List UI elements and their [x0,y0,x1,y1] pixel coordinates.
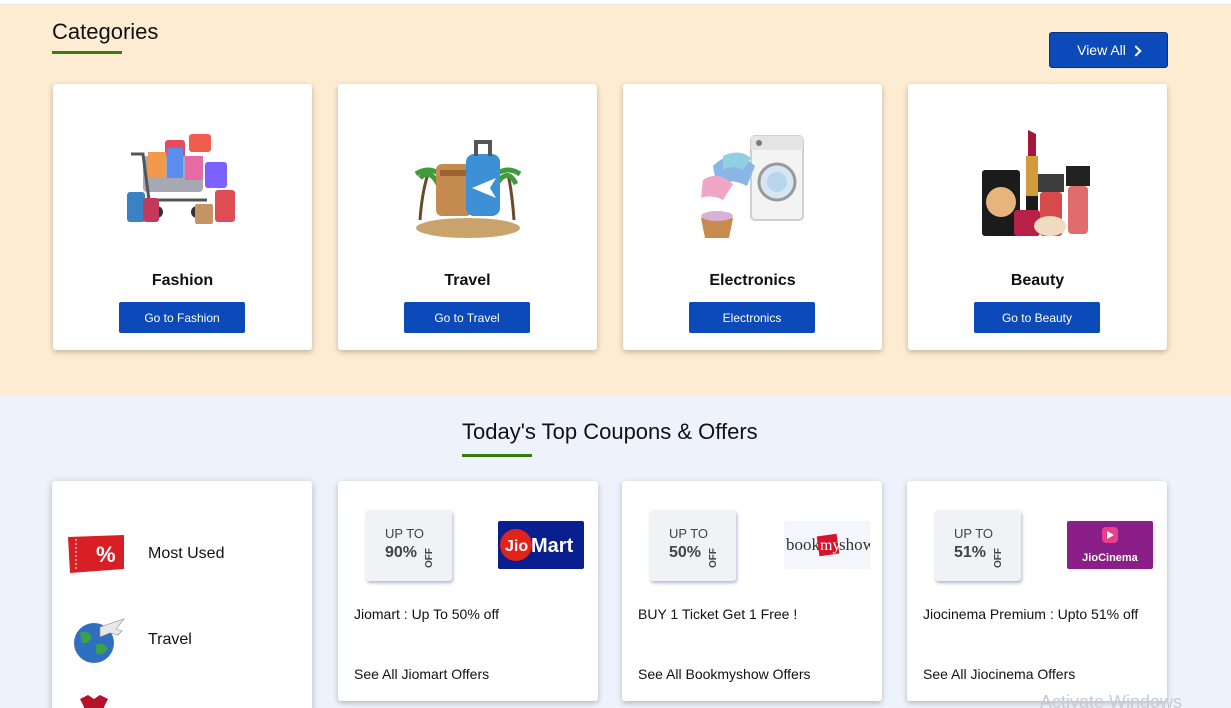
jiomart-logo[interactable]: Jio Mart [498,521,584,569]
offer-description: Jiomart : Up To 50% off [354,606,499,622]
discount-badge: UP TO 50% OFF [650,510,736,581]
discount-badge: UP TO 90% OFF [366,510,452,581]
category-card-travel: Travel Go to Travel [338,84,597,350]
cosmetics-icon [982,130,1090,236]
badge-percent: 50% [669,544,702,561]
windows-activation-watermark: Activate Windows [1040,692,1183,708]
globe-airplane-icon [74,618,125,663]
view-all-label: View All [1077,42,1126,58]
offers-title: Today's Top Coupons & Offers [462,419,758,444]
discount-badge: UP TO 51% OFF [935,510,1021,581]
categories-title: Categories [52,19,159,44]
chevron-right-icon [1130,44,1142,57]
bookmyshow-logo[interactable]: book my show [784,521,870,569]
badge-upto: UP TO [669,526,709,541]
badge-off: OFF [708,548,719,568]
offers-title-underline [462,454,532,457]
offers-sidebar: % Most Used Travel [52,481,312,708]
badge-percent: 51% [954,544,987,561]
category-name: Travel [444,272,491,289]
sidebar-item-most-used[interactable]: % Most Used [66,529,224,579]
sidebar-item-label: Travel [148,631,192,648]
see-all-offers-link[interactable]: See All Jiocinema Offers [923,666,1075,682]
offer-card-jiomart: UP TO 90% OFF Jio Mart Jiomart : Up To 5… [338,481,598,701]
jiocinema-logo[interactable]: JioCinema [1067,521,1153,569]
category-name: Electronics [709,272,796,289]
categories-section: Categories View All Fashion Go to Fashio… [0,5,1231,395]
shirt-icon [76,695,112,708]
category-card-beauty: Beauty Go to Beauty [908,84,1167,350]
go-to-fashion-button[interactable]: Go to Fashion [119,302,245,333]
see-all-offers-link[interactable]: See All Jiomart Offers [354,666,489,682]
washing-machine-icon [701,135,804,238]
see-all-offers-link[interactable]: See All Bookmyshow Offers [638,666,810,682]
badge-off: OFF [424,548,435,568]
categories-title-underline [52,51,122,54]
luggage-icon [414,140,522,238]
bookmyshow-logo-suffix: show [839,535,870,554]
jiocinema-logo-text: JioCinema [1082,552,1139,564]
bookmyshow-logo-prefix: book [786,535,821,554]
go-to-beauty-button[interactable]: Go to Beauty [974,302,1100,333]
category-name: Fashion [151,272,214,289]
badge-percent: 90% [385,544,418,561]
electronics-button[interactable]: Electronics [689,302,815,333]
category-name: Beauty [1010,272,1065,289]
offer-card-jiocinema: UP TO 51% OFF JioCinema Jiocinema Premiu… [907,481,1167,701]
svg-text:%: % [96,542,116,567]
shopping-cart-icon [127,134,235,224]
offer-description: Jiocinema Premium : Upto 51% off [923,606,1139,622]
category-card-fashion: Fashion Go to Fashion [53,84,312,350]
jiomart-logo-prefix: Jio [505,538,528,555]
category-card-electronics: Electronics Electronics [623,84,882,350]
coupon-icon: % [68,535,124,573]
jiomart-logo-suffix: Mart [531,535,574,557]
sidebar-item-travel[interactable]: Travel [66,615,192,665]
view-all-button[interactable]: View All [1049,32,1168,68]
badge-upto: UP TO [385,526,425,541]
offer-card-bookmyshow: UP TO 50% OFF book my show BUY 1 Ticket … [622,481,882,701]
go-to-travel-button[interactable]: Go to Travel [404,302,530,333]
badge-off: OFF [993,548,1004,568]
sidebar-item-label: Most Used [148,545,225,562]
badge-upto: UP TO [954,526,994,541]
bookmyshow-logo-mid: my [820,537,840,554]
offer-description: BUY 1 Ticket Get 1 Free ! [638,606,798,622]
